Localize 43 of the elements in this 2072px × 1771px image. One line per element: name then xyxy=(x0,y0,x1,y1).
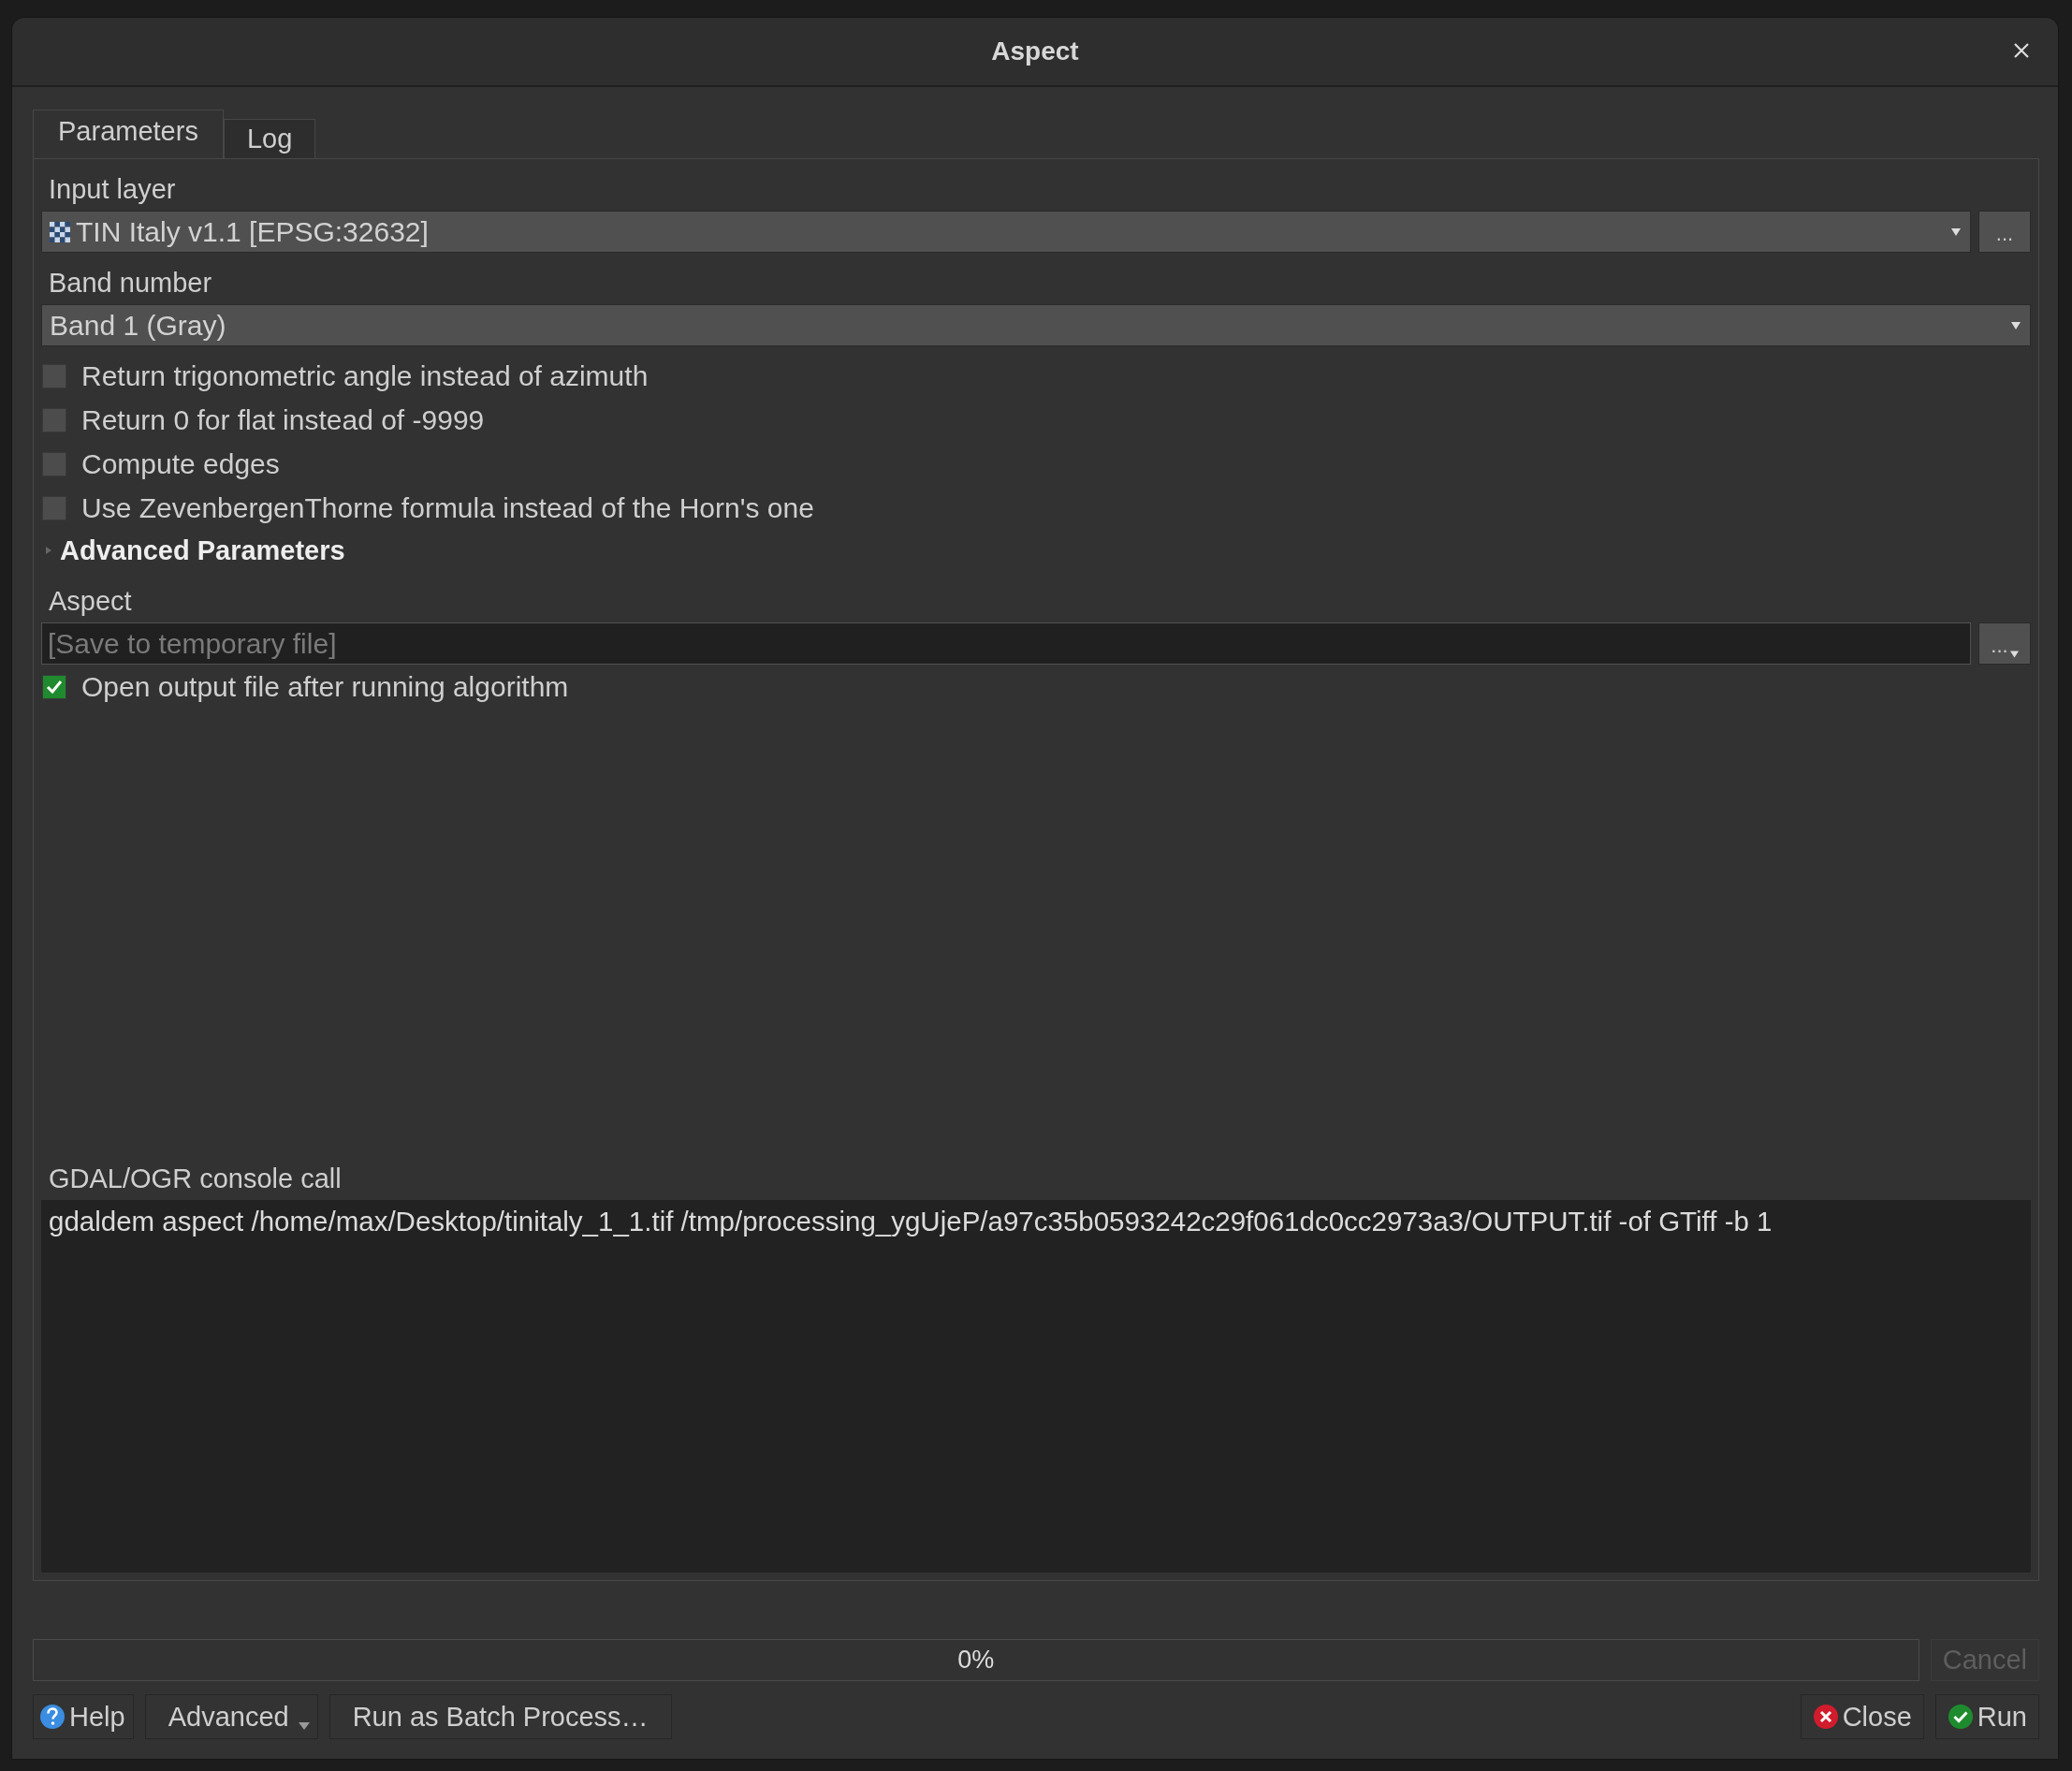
dialog-button[interactable]: Help xyxy=(33,1694,134,1739)
checkbox[interactable] xyxy=(42,495,66,520)
close-icon[interactable] xyxy=(2013,42,2030,59)
checkbox-label: Return trigonometric angle instead of azimuth xyxy=(81,359,649,392)
checkbox[interactable] xyxy=(42,451,66,476)
field-label: Input layer xyxy=(48,173,177,206)
checkbox-label: Use ZevenbergenThorne formula instead of the Horn's one xyxy=(81,491,814,524)
tab[interactable]: Log xyxy=(223,119,316,158)
checkbox-label: Return 0 for flat instead of -9999 xyxy=(81,403,485,436)
field-label: Band number xyxy=(48,267,213,300)
checkbox-label: Open output file after running algorithm xyxy=(81,670,569,703)
checkbox[interactable] xyxy=(42,363,66,388)
dialog-button[interactable]: Close xyxy=(1800,1694,1924,1739)
checkbox[interactable] xyxy=(42,674,66,699)
progress-reading: 0% xyxy=(957,1646,995,1675)
caret-icon xyxy=(1951,227,1961,236)
expander-icon[interactable] xyxy=(45,547,52,554)
browse-button[interactable]: ... xyxy=(1978,622,2031,665)
band-dropdown[interactable]: Band 1 (Gray) xyxy=(41,304,2031,346)
checkbox[interactable] xyxy=(42,407,66,432)
raster-layer-icon xyxy=(50,221,70,242)
tab[interactable]: Parameters xyxy=(33,110,224,158)
layer-value: TIN Italy v1.1 [EPSG:32632] xyxy=(76,215,430,248)
field-label: Aspect xyxy=(48,585,133,618)
checkbox-label: Compute edges xyxy=(81,447,280,480)
layer-dropdown[interactable]: TIN Italy v1.1 [EPSG:32632] xyxy=(41,211,1971,253)
console-command: gdaldem aspect /home/max/Desktop/tinitaly_1_1.tif /tmp/processing_ygUjeP/a97c35b0593242c29f061dc0cc2973a3/OUTPUT.tif -of GTiff -b 1 xyxy=(49,1206,1773,1237)
console-text-area[interactable]: gdaldem aspect /home/max/Desktop/tinitaly_1_1.tif /tmp/processing_ygUjeP/a97c35b0593242c29f061dc0cc2973a3/OUTPUT.tif -of GTiff -b 1 xyxy=(41,1200,2031,1573)
close-icon xyxy=(1812,1704,1839,1730)
browse-button[interactable]: ... xyxy=(1978,211,2031,253)
dialog-button[interactable]: Run xyxy=(1934,1694,2039,1739)
caret-icon xyxy=(298,1722,310,1730)
window-title: Aspect xyxy=(991,37,1079,66)
dialog-button[interactable]: Advanced xyxy=(144,1694,318,1739)
caret-icon xyxy=(2009,651,2019,658)
help-icon xyxy=(39,1704,66,1730)
output-file-field[interactable]: [Save to temporary file] xyxy=(41,622,1971,665)
section-header[interactable]: Advanced Parameters xyxy=(60,534,345,566)
dialog-button[interactable]: Run as Batch Process… xyxy=(328,1694,672,1739)
field-label: GDAL/OGR console call xyxy=(48,1163,343,1195)
checkmark-icon xyxy=(1947,1704,1974,1730)
band-value: Band 1 (Gray) xyxy=(50,309,227,342)
caret-icon xyxy=(2011,321,2021,329)
